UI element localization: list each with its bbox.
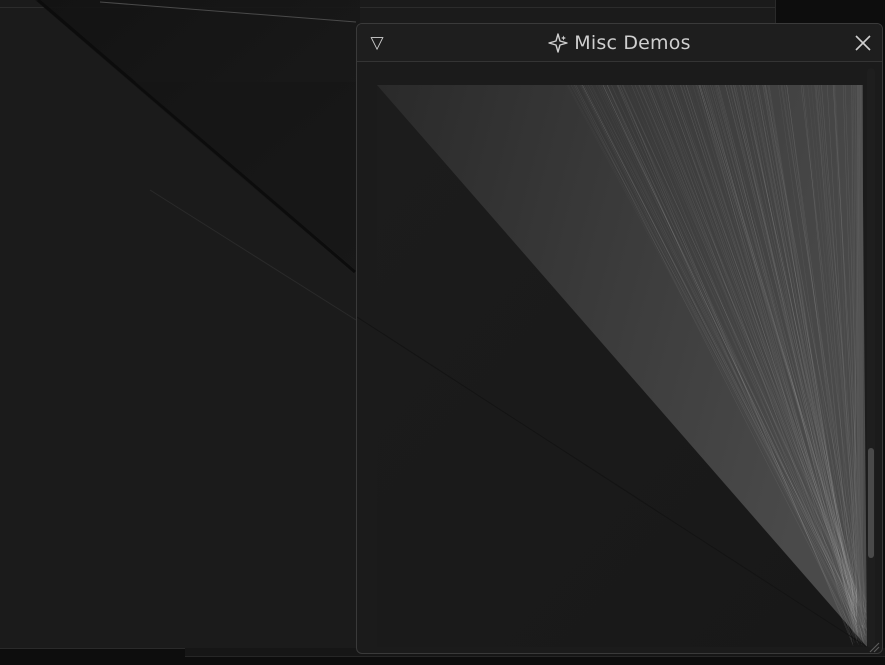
- sparkle-icon: [548, 33, 568, 53]
- vertical-scrollbar[interactable]: [867, 68, 875, 648]
- scrollbar-thumb[interactable]: [868, 448, 874, 558]
- background-inner-wedge: [135, 82, 356, 270]
- close-icon[interactable]: [854, 34, 872, 52]
- window-title-text: Misc Demos: [574, 32, 691, 54]
- window-title: Misc Demos: [357, 24, 882, 62]
- misc-demos-window[interactable]: ▽ Misc Demos: [356, 23, 883, 654]
- right-edge-strip: [857, 85, 863, 625]
- window-titlebar[interactable]: ▽ Misc Demos: [357, 24, 882, 62]
- demo-content-area[interactable]: [357, 62, 883, 654]
- line-fan-canvas[interactable]: [357, 62, 883, 654]
- resize-grip-icon[interactable]: [868, 641, 880, 653]
